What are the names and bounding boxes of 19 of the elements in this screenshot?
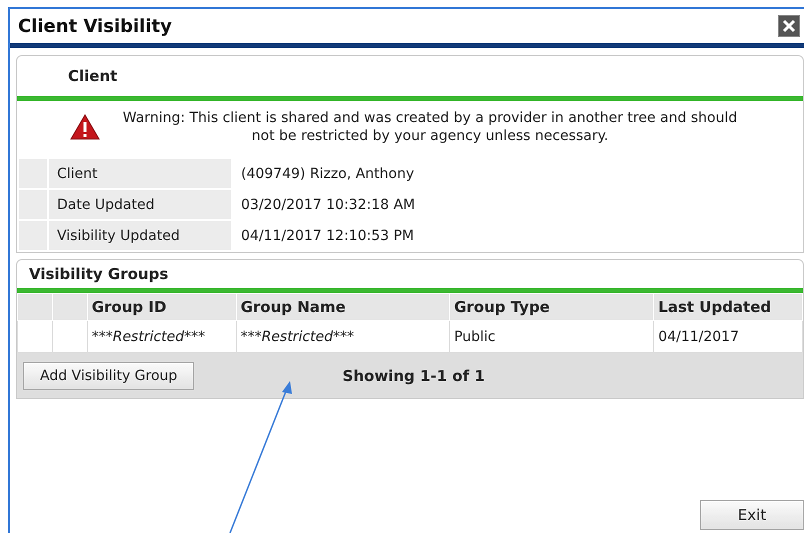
field-label: Date Updated (49, 190, 231, 219)
field-value: 03/20/2017 10:32:18 AM (240, 196, 416, 214)
field-label: Client (49, 159, 231, 188)
column-header: Last Updated (654, 294, 802, 320)
column-header: Group ID (87, 294, 236, 320)
panel-title: Client (68, 67, 118, 85)
add-visibility-group-button[interactable]: Add Visibility Group (23, 362, 194, 390)
exit-button[interactable]: Exit (700, 500, 804, 530)
column-header: Group Type (450, 294, 654, 320)
warning-icon (70, 114, 100, 140)
field-value: (409749) Rizzo, Anthony (240, 164, 416, 184)
field-label: Visibility Updated (49, 221, 231, 250)
paging-status: Showing 1-1 of 1 (342, 366, 486, 384)
close-icon[interactable] (778, 15, 800, 37)
panel-title: Visibility Groups (29, 265, 168, 283)
column-header: Group Name (236, 294, 450, 320)
field-value: 04/11/2017 12:10:53 PM (240, 226, 415, 246)
warning-message: Warning: This client is shared and was created by a provider in another tree and should not be restricted by your agency unless necessary. (122, 109, 738, 145)
window-title: Client Visibility (18, 16, 172, 36)
